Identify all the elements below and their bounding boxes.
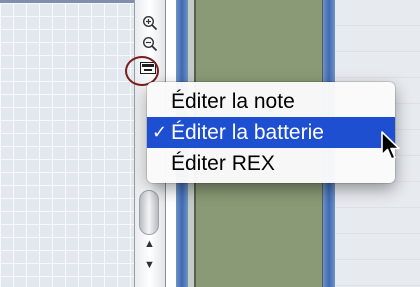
scrollbar-thumb[interactable] [139,190,159,235]
menu-item-edit-rex[interactable]: Éditer REX [147,148,395,179]
zoom-out-icon[interactable] [141,35,159,53]
screenshot-stage: ▲ ▼ Éditer la note ✓ Éditer la batterie … [0,0,420,287]
menu-item-label: Éditer la batterie [171,121,324,144]
scroll-up-icon[interactable]: ▲ [144,239,155,250]
context-menu: Éditer la note ✓ Éditer la batterie Édit… [147,82,395,183]
checkmark-icon: ✓ [152,122,168,142]
menu-item-edit-note[interactable]: Éditer la note [147,86,395,117]
zoom-in-icon[interactable] [141,14,159,32]
editor-toggle-icon[interactable] [140,62,156,74]
grid-editor-pane[interactable] [0,0,140,287]
menu-item-label: Éditer la note [171,90,295,113]
menu-item-label: Éditer REX [171,152,275,175]
scroll-down-icon[interactable]: ▼ [144,260,155,271]
menu-item-edit-drums[interactable]: ✓ Éditer la batterie [147,117,395,148]
